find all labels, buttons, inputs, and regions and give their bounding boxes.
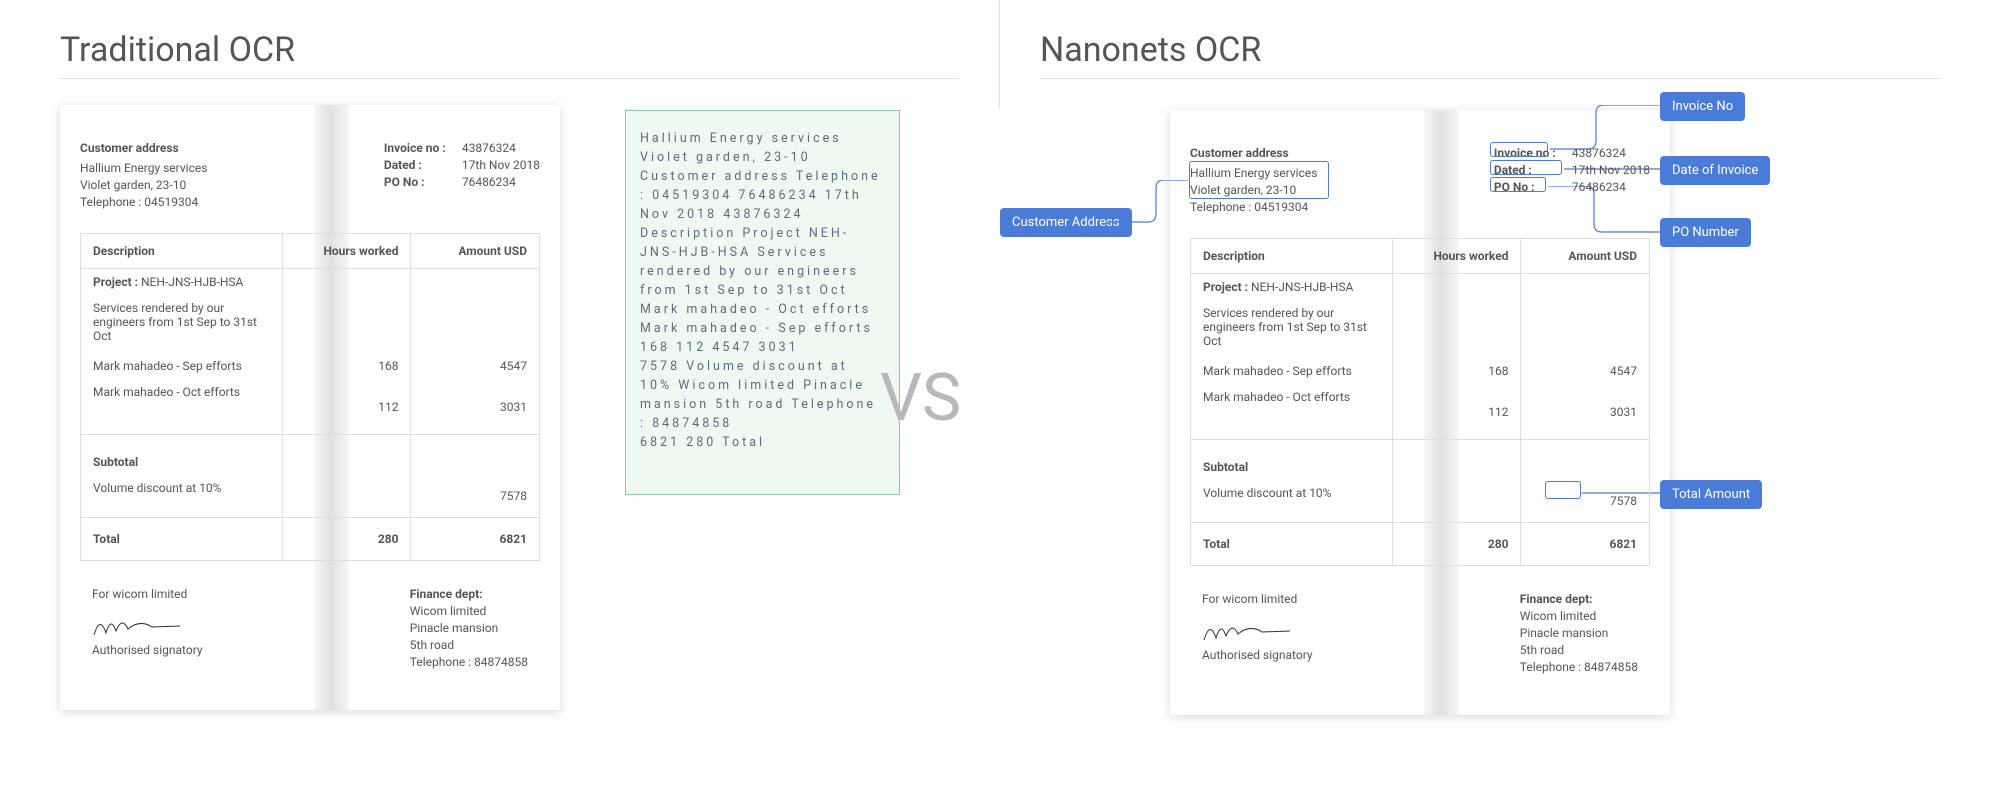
label-date: Date of Invoice	[1660, 156, 1770, 185]
divider	[60, 78, 959, 79]
label-po-number: PO Number	[1660, 218, 1751, 247]
signature-icon	[92, 611, 182, 639]
date-key: Dated :	[384, 157, 456, 174]
raw-ocr-output: Hallium Energy services Violet garden, 2…	[625, 110, 900, 495]
cust-addr-header: Customer address	[80, 140, 207, 157]
foot-auth: Authorised signatory	[92, 642, 203, 659]
cust-addr-line: Telephone : 04519304	[80, 194, 207, 211]
cust-addr-line: Hallium Energy services	[80, 160, 207, 177]
foot-for: For wicom limited	[92, 586, 203, 603]
invno-key: Invoice no :	[384, 140, 456, 157]
divider	[1040, 78, 1940, 79]
heading-traditional: Traditional OCR	[60, 30, 959, 70]
po-val: 76486234	[462, 174, 516, 191]
invno-val: 43876324	[462, 140, 516, 157]
invoice-table: DescriptionHours workedAmount USD Projec…	[80, 233, 540, 561]
fin-header: Finance dept:	[410, 586, 528, 603]
invoice-right: Customer address Hallium Energy services…	[1170, 110, 1670, 715]
invoice-left: Customer address Hallium Energy services…	[60, 105, 560, 710]
heading-nanonets: Nanonets OCR	[1040, 30, 1940, 70]
cust-addr-line: Violet garden, 23-10	[80, 177, 207, 194]
label-total-amount: Total Amount	[1660, 480, 1762, 509]
date-val: 17th Nov 2018	[462, 157, 540, 174]
signature-icon	[1202, 616, 1292, 644]
po-key: PO No :	[384, 174, 456, 191]
vs-label: VS	[880, 360, 961, 437]
label-invoice-no: Invoice No	[1660, 92, 1745, 121]
